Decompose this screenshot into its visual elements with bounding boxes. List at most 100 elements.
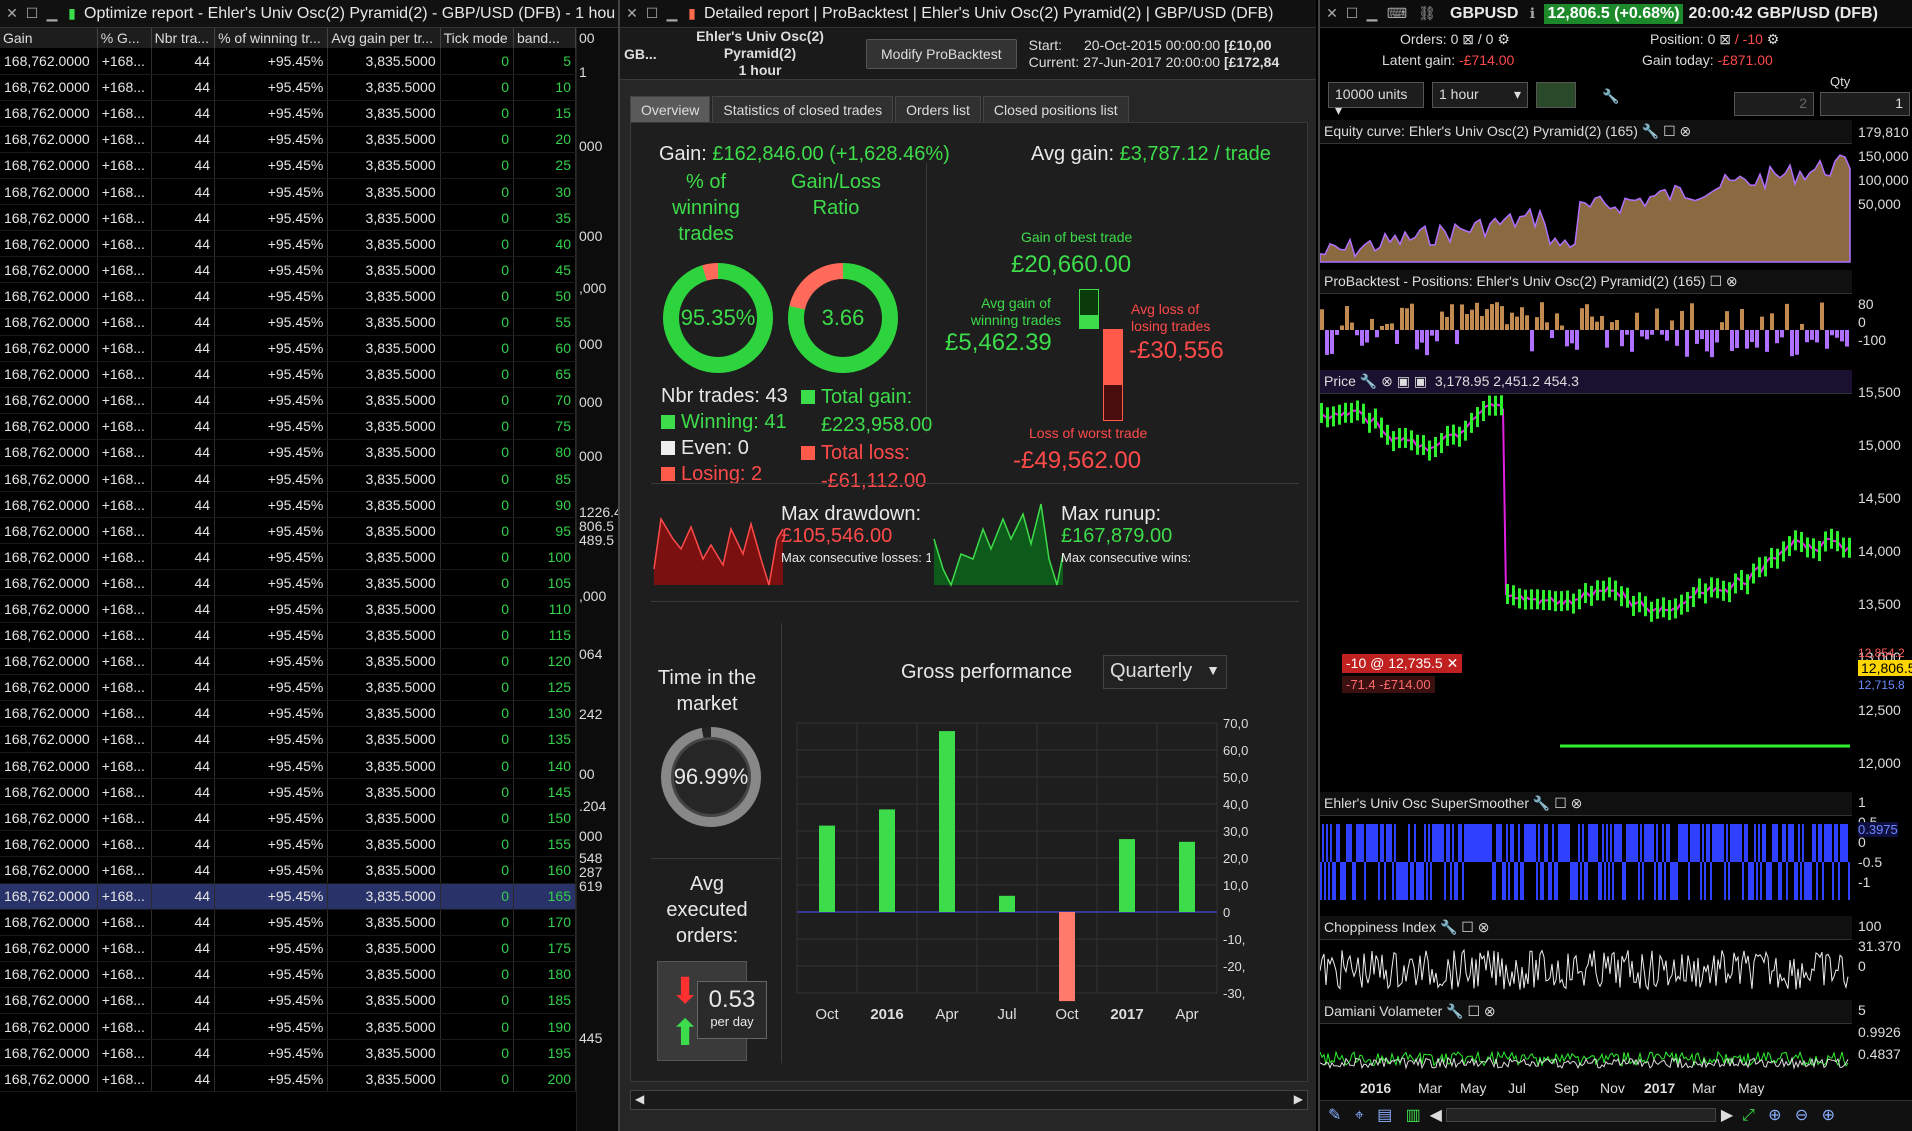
- column-header[interactable]: % G...: [97, 28, 152, 48]
- horizontal-scrollbar[interactable]: ◀ ▶: [630, 1090, 1308, 1110]
- keyboard-icon[interactable]: ⌨: [1384, 5, 1410, 22]
- table-row[interactable]: 168,762.0000 +168... 44 +95.45% 3,835.5000 0 1…: [0, 622, 576, 649]
- table-row[interactable]: 168,762.0000 +168... 44 +95.45% 3,835.5000 0 9…: [0, 517, 576, 545]
- table-row[interactable]: 168,762.0000 +168... 44 +95.45% 3,835.5000 0 8…: [0, 439, 576, 467]
- restore-icon[interactable]: ☐: [1344, 5, 1360, 22]
- qty-field[interactable]: 1: [1820, 92, 1910, 116]
- scroll-right-icon[interactable]: ▶: [1294, 1092, 1303, 1106]
- cursor-icon[interactable]: ⌖: [1355, 1107, 1364, 1124]
- column-header[interactable]: Nbr tra...: [151, 28, 216, 48]
- draw-icon[interactable]: ✎: [1328, 1107, 1341, 1124]
- scroll-left-icon[interactable]: ◀: [1430, 1107, 1442, 1124]
- table-row[interactable]: 168,762.0000 +168... 44 +95.45% 3,835.5000 0 2…: [0, 1065, 576, 1093]
- scroll-right-icon[interactable]: ▶: [1721, 1107, 1733, 1124]
- layers-icon[interactable]: ▤: [1377, 1107, 1392, 1124]
- osc-bar: [1698, 824, 1700, 862]
- column-header[interactable]: Tick mode: [440, 28, 515, 48]
- table-row[interactable]: 168,762.0000 +168... 44 +95.45% 3,835.5000 0 5: [0, 48, 576, 75]
- table-row[interactable]: 168,762.0000 +168... 44 +95.45% 3,835.5000 0 6…: [0, 335, 576, 362]
- interval-select[interactable]: 1 hour ▾: [1432, 82, 1528, 108]
- bar[interactable]: [999, 895, 1015, 912]
- table-row[interactable]: 168,762.0000 +168... 44 +95.45% 3,835.5000 0 5…: [0, 308, 576, 336]
- table-row[interactable]: 168,762.0000 +168... 44 +95.45% 3,835.5000 0 1…: [0, 674, 576, 701]
- column-header[interactable]: Avg gain per tr...: [327, 28, 441, 48]
- column-header[interactable]: band...: [513, 28, 576, 48]
- time-scrollbar[interactable]: [1446, 1108, 1717, 1122]
- order-tag[interactable]: -10 @ 12,735.5 ✕: [1342, 654, 1463, 673]
- zoom-in-icon[interactable]: ⊕: [1822, 1107, 1835, 1124]
- wrench-icon[interactable]: 🔧: [1602, 88, 1619, 105]
- table-row[interactable]: 168,762.0000 +168... 44 +95.45% 3,835.5000 0 1…: [0, 1039, 576, 1067]
- symbol-label[interactable]: GBPUSD: [1450, 5, 1518, 23]
- bar[interactable]: [1179, 841, 1195, 912]
- restore-icon[interactable]: ☐: [24, 5, 40, 22]
- close-icon[interactable]: ✕: [624, 5, 640, 22]
- table-row[interactable]: 168,762.0000 +168... 44 +95.45% 3,835.5000 0 4…: [0, 256, 576, 284]
- bar[interactable]: [819, 825, 835, 912]
- zoom-fit-icon[interactable]: ⊕: [1768, 1107, 1781, 1124]
- table-cell: +168...: [97, 178, 152, 206]
- table-cell: 3,835.5000: [327, 204, 441, 232]
- table-row[interactable]: 168,762.0000 +168... 44 +95.45% 3,835.5000 0 1…: [0, 935, 576, 962]
- table-row[interactable]: 168,762.0000 +168... 44 +95.45% 3,835.5000 0 1…: [0, 569, 576, 597]
- table-row[interactable]: 168,762.0000 +168... 44 +95.45% 3,835.5000 0 1…: [0, 700, 576, 727]
- tab-orders-list[interactable]: Orders list: [895, 96, 981, 122]
- table-row[interactable]: 168,762.0000 +168... 44 +95.45% 3,835.5000 0 1…: [0, 648, 576, 675]
- close-icon[interactable]: ✕: [1324, 5, 1340, 22]
- info-icon[interactable]: ℹ: [1524, 5, 1540, 22]
- tab-closed-positions-list[interactable]: Closed positions list: [982, 96, 1129, 122]
- bar[interactable]: [939, 731, 955, 912]
- table-row[interactable]: 168,762.0000 +168... 44 +95.45% 3,835.5000 0 1…: [0, 74, 576, 101]
- table-row[interactable]: 168,762.0000 +168... 44 +95.45% 3,835.5000 0 1…: [0, 804, 576, 832]
- period-select[interactable]: Quarterly ▼: [1103, 655, 1227, 689]
- minimize-icon[interactable]: ▁: [664, 5, 680, 22]
- table-row[interactable]: 168,762.0000 +168... 44 +95.45% 3,835.5000 0 1…: [0, 830, 576, 858]
- table-row[interactable]: 168,762.0000 +168... 44 +95.45% 3,835.5000 0 1…: [0, 778, 576, 806]
- minimize-icon[interactable]: ▁: [44, 5, 60, 22]
- bar[interactable]: [1059, 912, 1075, 1002]
- osc-bar: [1748, 862, 1750, 900]
- column-header[interactable]: Gain: [0, 28, 98, 48]
- table-row[interactable]: 168,762.0000 +168... 44 +95.45% 3,835.5000 0 1…: [0, 909, 576, 936]
- table-row[interactable]: 168,762.0000 +168... 44 +95.45% 3,835.5000 0 1…: [0, 987, 576, 1014]
- link-icon[interactable]: ⛓: [1414, 5, 1440, 22]
- modify-probacktest-button[interactable]: Modify ProBacktest: [866, 38, 1017, 69]
- table-row[interactable]: 168,762.0000 +168... 44 +95.45% 3,835.5000 0 1…: [0, 543, 576, 571]
- bar[interactable]: [1119, 839, 1135, 912]
- close-icon[interactable]: ✕: [4, 5, 20, 22]
- column-header[interactable]: % of winning tr...: [214, 28, 329, 48]
- table-row[interactable]: 168,762.0000 +168... 44 +95.45% 3,835.5000 0 7…: [0, 387, 576, 414]
- restore-icon[interactable]: ☐: [644, 5, 660, 22]
- table-row[interactable]: 168,762.0000 +168... 44 +95.45% 3,835.5000 0 5…: [0, 282, 576, 310]
- table-row[interactable]: 168,762.0000 +168... 44 +95.45% 3,835.5000 0 3…: [0, 204, 576, 232]
- tab-statistics-of-closed-trades[interactable]: Statistics of closed trades: [712, 96, 894, 122]
- table-row[interactable]: 168,762.0000 +168... 44 +95.45% 3,835.5000 0 4…: [0, 230, 576, 258]
- table-row[interactable]: 168,762.0000 +168... 44 +95.45% 3,835.5000 0 1…: [0, 961, 576, 988]
- table-row[interactable]: 168,762.0000 +168... 44 +95.45% 3,835.5000 0 1…: [0, 752, 576, 780]
- table-row[interactable]: 168,762.0000 +168... 44 +95.45% 3,835.5000 0 9…: [0, 491, 576, 519]
- minimize-icon[interactable]: ▁: [1364, 5, 1380, 22]
- scroll-left-icon[interactable]: ◀: [635, 1092, 644, 1106]
- table-row[interactable]: 168,762.0000 +168... 44 +95.45% 3,835.5000 0 2…: [0, 126, 576, 153]
- units-select[interactable]: 10000 units ▾: [1328, 82, 1424, 118]
- table-row[interactable]: 168,762.0000 +168... 44 +95.45% 3,835.5000 0 1…: [0, 595, 576, 623]
- table-row[interactable]: 168,762.0000 +168... 44 +95.45% 3,835.5000 0 1…: [0, 100, 576, 127]
- osc-bar: [1744, 824, 1746, 862]
- table-row[interactable]: 168,762.0000 +168... 44 +95.45% 3,835.5000 0 7…: [0, 413, 576, 440]
- table-row[interactable]: 168,762.0000 +168... 44 +95.45% 3,835.5000 0 1…: [0, 726, 576, 754]
- bars-icon[interactable]: ▥: [1406, 1107, 1421, 1124]
- qty-field-2[interactable]: 2: [1734, 92, 1814, 116]
- tab-overview[interactable]: Overview: [630, 96, 711, 122]
- table-row[interactable]: 168,762.0000 +168... 44 +95.45% 3,835.5000 0 3…: [0, 178, 576, 206]
- table-row[interactable]: 168,762.0000 +168... 44 +95.45% 3,835.5000 0 6…: [0, 361, 576, 388]
- table-row[interactable]: 168,762.0000 +168... 44 +95.45% 3,835.5000 0 2…: [0, 152, 576, 179]
- chart-type-icon[interactable]: [1536, 82, 1576, 108]
- table-cell: 168,762.0000: [0, 308, 98, 336]
- table-row[interactable]: 168,762.0000 +168... 44 +95.45% 3,835.5000 0 8…: [0, 465, 576, 493]
- expand-icon[interactable]: ⤢: [1742, 1107, 1755, 1124]
- bar[interactable]: [879, 809, 895, 912]
- table-row[interactable]: 168,762.0000 +168... 44 +95.45% 3,835.5000 0 1…: [0, 883, 576, 910]
- table-row[interactable]: 168,762.0000 +168... 44 +95.45% 3,835.5000 0 1…: [0, 1013, 576, 1041]
- table-row[interactable]: 168,762.0000 +168... 44 +95.45% 3,835.5000 0 1…: [0, 856, 576, 884]
- zoom-out-icon[interactable]: ⊖: [1795, 1107, 1808, 1124]
